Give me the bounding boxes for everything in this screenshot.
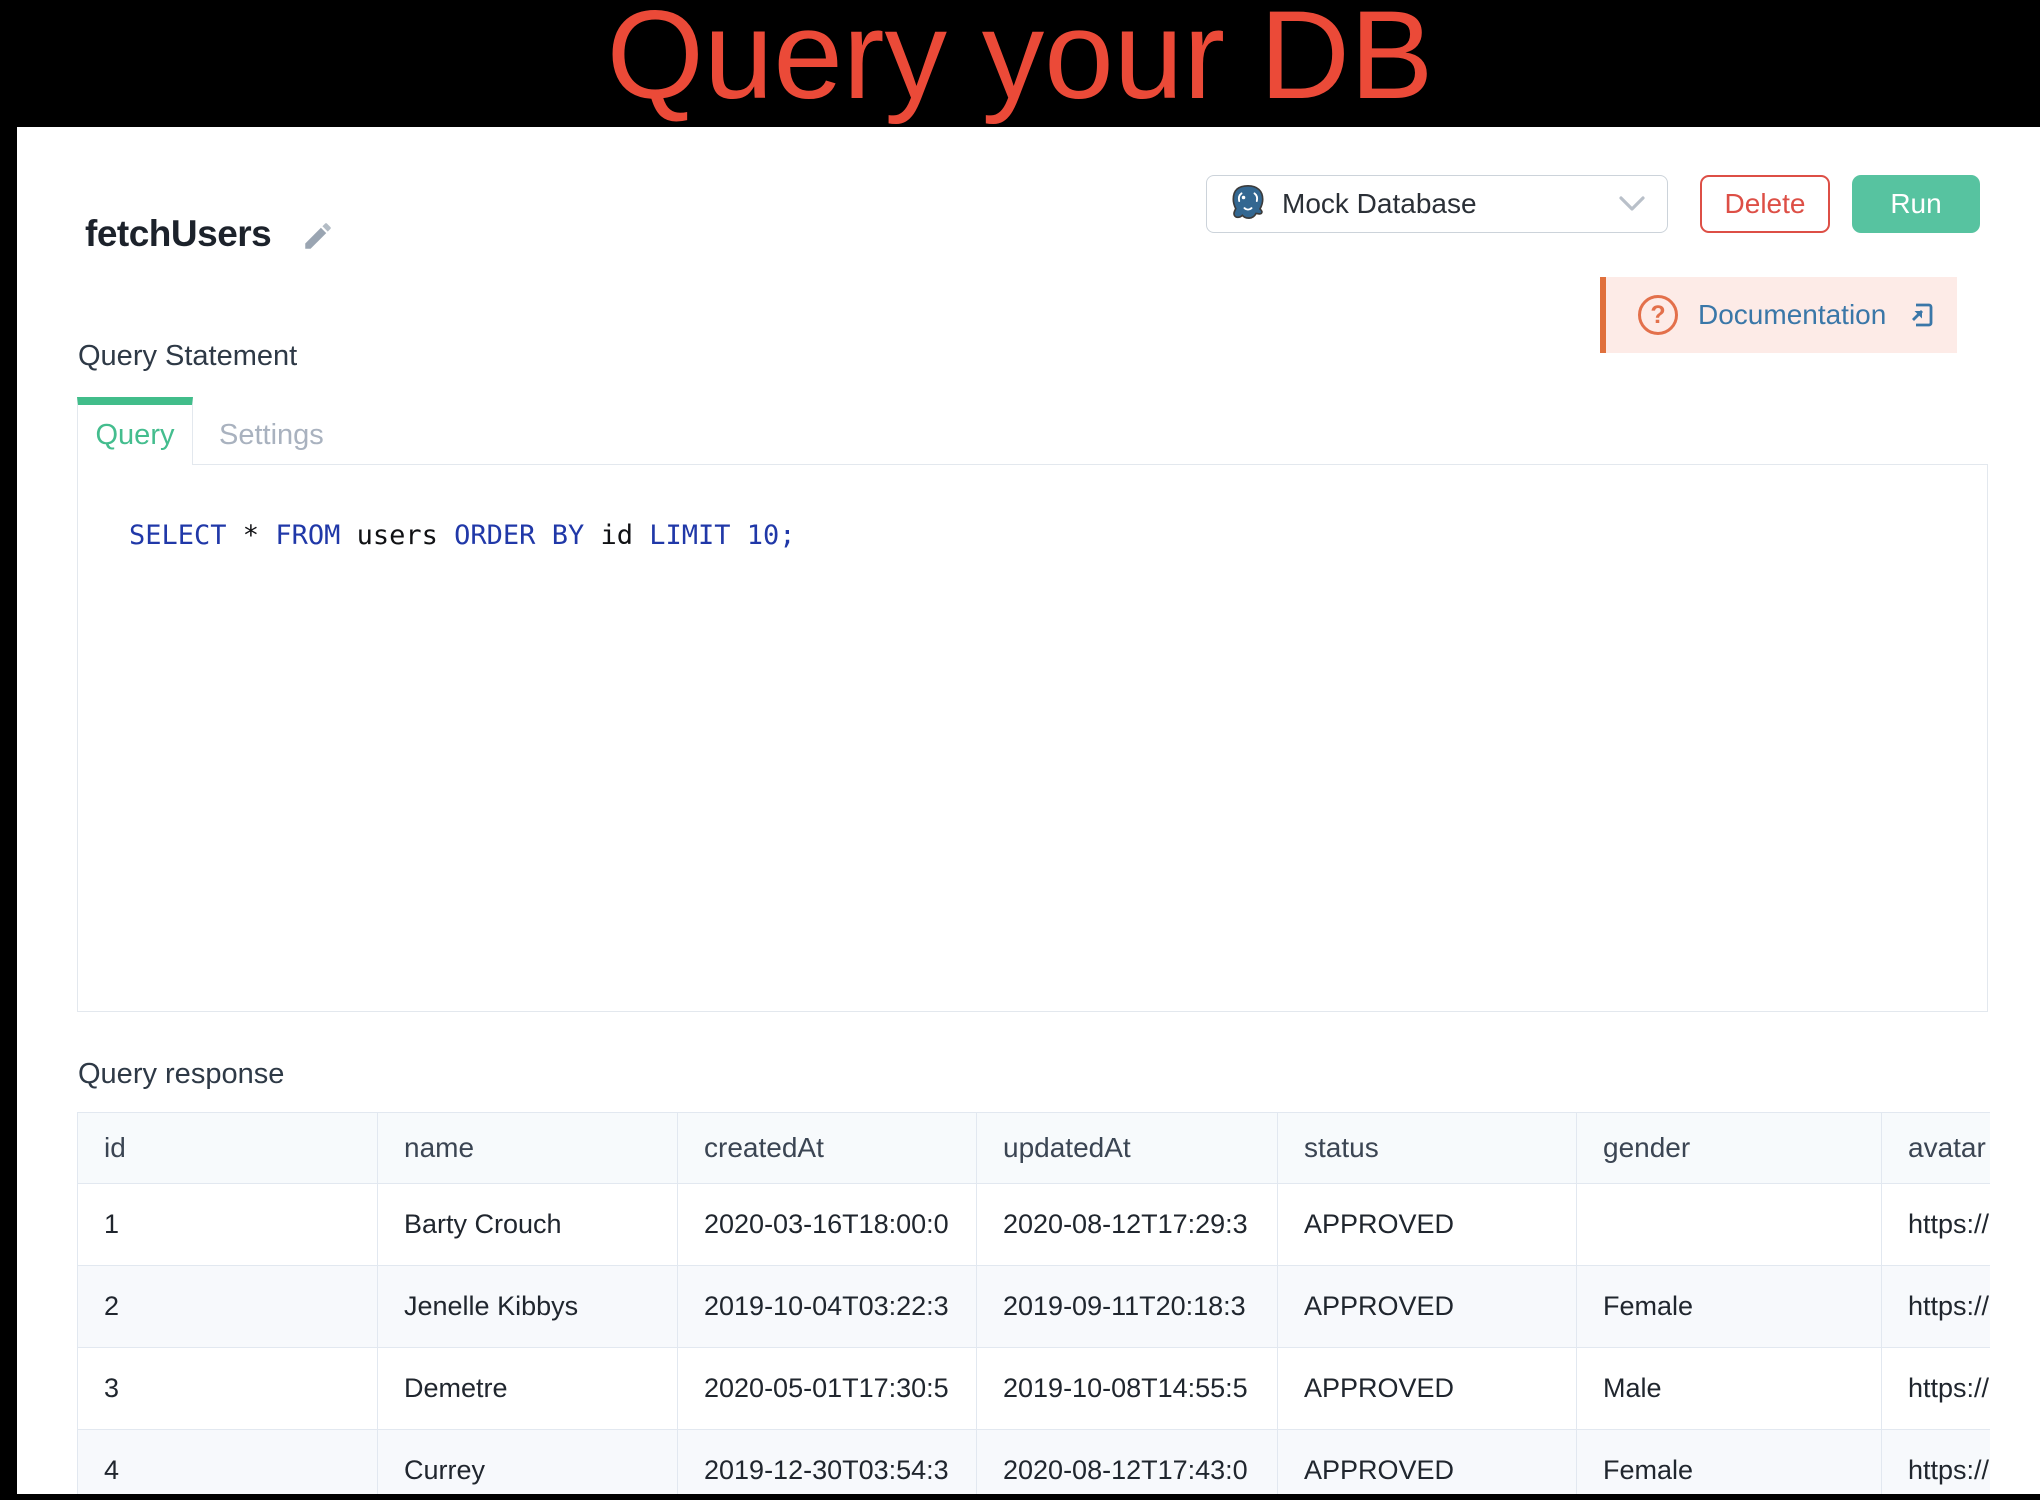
cell-avatar: https:// bbox=[1882, 1430, 1991, 1496]
column-header-avatar: avatar bbox=[1882, 1113, 1991, 1184]
column-header-name: name bbox=[378, 1113, 678, 1184]
chevron-down-icon bbox=[1619, 196, 1645, 212]
external-link-icon bbox=[1906, 300, 1936, 330]
database-select[interactable]: Mock Database bbox=[1206, 175, 1668, 233]
cell-createdAt: 2019-12-30T03:54:3 bbox=[678, 1430, 977, 1496]
cell-name: Jenelle Kibbys bbox=[378, 1266, 678, 1348]
tab-settings[interactable]: Settings bbox=[193, 397, 350, 465]
postgresql-icon bbox=[1229, 184, 1267, 224]
table-row: 4 Currey 2019-12-30T03:54:3 2020-08-12T1… bbox=[78, 1430, 1991, 1496]
cell-id: 2 bbox=[78, 1266, 378, 1348]
column-header-createdAt: createdAt bbox=[678, 1113, 977, 1184]
response-table: id name createdAt updatedAt status gende… bbox=[77, 1112, 1990, 1495]
cell-avatar: https:// bbox=[1882, 1184, 1991, 1266]
documentation-link[interactable]: ? Documentation bbox=[1600, 277, 1957, 353]
cell-id: 4 bbox=[78, 1430, 378, 1496]
cell-updatedAt: 2019-10-08T14:55:5 bbox=[977, 1348, 1278, 1430]
cell-status: APPROVED bbox=[1278, 1266, 1577, 1348]
table-header-row: id name createdAt updatedAt status gende… bbox=[78, 1113, 1991, 1184]
cell-gender: Female bbox=[1577, 1430, 1882, 1496]
question-circle-icon: ? bbox=[1638, 295, 1678, 335]
sql-text: users bbox=[340, 520, 454, 551]
cell-createdAt: 2019-10-04T03:22:3 bbox=[678, 1266, 977, 1348]
cell-name: Demetre bbox=[378, 1348, 678, 1430]
cell-updatedAt: 2019-09-11T20:18:3 bbox=[977, 1266, 1278, 1348]
cell-createdAt: 2020-03-16T18:00:0 bbox=[678, 1184, 977, 1266]
cell-avatar: https:// bbox=[1882, 1348, 1991, 1430]
sql-number: 10; bbox=[731, 520, 796, 551]
query-statement-label: Query Statement bbox=[78, 340, 297, 373]
sql-statement: SELECT * FROM users ORDER BY id LIMIT 10… bbox=[129, 519, 796, 553]
cell-name: Currey bbox=[378, 1430, 678, 1496]
cell-id: 1 bbox=[78, 1184, 378, 1266]
table-row: 1 Barty Crouch 2020-03-16T18:00:0 2020-0… bbox=[78, 1184, 1991, 1266]
response-table-container[interactable]: id name createdAt updatedAt status gende… bbox=[77, 1112, 1990, 1495]
cell-updatedAt: 2020-08-12T17:43:0 bbox=[977, 1430, 1278, 1496]
edit-pencil-icon[interactable] bbox=[301, 219, 335, 253]
sql-keyword: SELECT bbox=[129, 520, 227, 551]
column-header-status: status bbox=[1278, 1113, 1577, 1184]
tab-query[interactable]: Query bbox=[77, 397, 193, 465]
cell-avatar: https:// bbox=[1882, 1266, 1991, 1348]
table-row: 2 Jenelle Kibbys 2019-10-04T03:22:3 2019… bbox=[78, 1266, 1991, 1348]
cell-status: APPROVED bbox=[1278, 1430, 1577, 1496]
page-title: Query your DB bbox=[0, 0, 2040, 127]
sql-editor[interactable]: SELECT * FROM users ORDER BY id LIMIT 10… bbox=[77, 464, 1988, 1012]
top-banner: Query your DB bbox=[0, 0, 2040, 127]
cell-createdAt: 2020-05-01T17:30:5 bbox=[678, 1348, 977, 1430]
column-header-updatedAt: updatedAt bbox=[977, 1113, 1278, 1184]
query-name-title: fetchUsers bbox=[85, 213, 271, 255]
cell-status: APPROVED bbox=[1278, 1184, 1577, 1266]
column-header-gender: gender bbox=[1577, 1113, 1882, 1184]
table-row: 3 Demetre 2020-05-01T17:30:5 2019-10-08T… bbox=[78, 1348, 1991, 1430]
cell-gender bbox=[1577, 1184, 1882, 1266]
sql-keyword: ORDER BY bbox=[454, 520, 584, 551]
delete-button[interactable]: Delete bbox=[1700, 175, 1830, 233]
sql-keyword: LIMIT bbox=[649, 520, 730, 551]
cell-updatedAt: 2020-08-12T17:29:3 bbox=[977, 1184, 1278, 1266]
sql-text: * bbox=[227, 520, 276, 551]
column-header-id: id bbox=[78, 1113, 378, 1184]
bottom-edge bbox=[0, 1494, 2040, 1500]
query-response-label: Query response bbox=[78, 1058, 284, 1091]
sql-text: id bbox=[584, 520, 649, 551]
cell-id: 3 bbox=[78, 1348, 378, 1430]
cell-name: Barty Crouch bbox=[378, 1184, 678, 1266]
run-button[interactable]: Run bbox=[1852, 175, 1980, 233]
cell-status: APPROVED bbox=[1278, 1348, 1577, 1430]
cell-gender: Male bbox=[1577, 1348, 1882, 1430]
cell-gender: Female bbox=[1577, 1266, 1882, 1348]
database-select-value: Mock Database bbox=[1282, 188, 1604, 220]
documentation-label: Documentation bbox=[1698, 299, 1886, 331]
sql-keyword: FROM bbox=[275, 520, 340, 551]
